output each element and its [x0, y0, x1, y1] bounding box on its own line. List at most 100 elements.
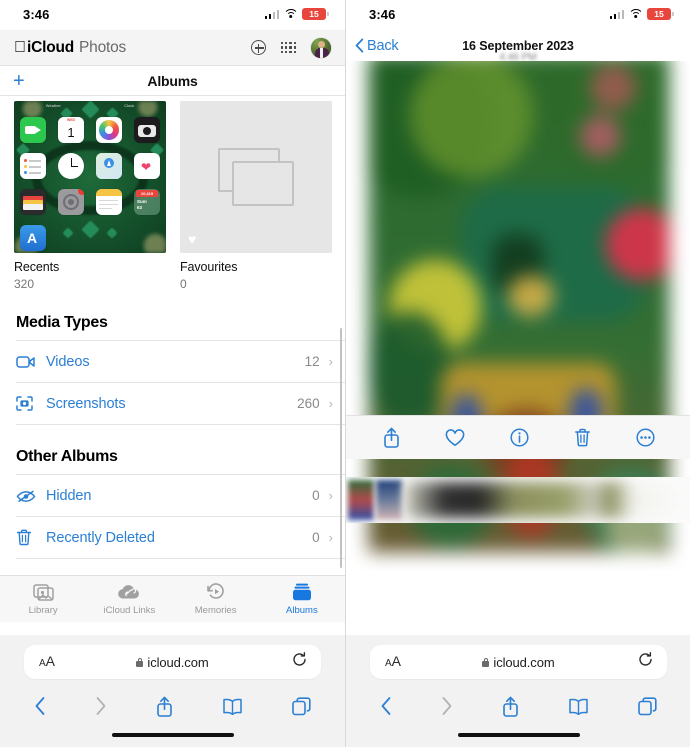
chevron-right-icon: › — [328, 488, 333, 503]
apple-logo-icon:  — [14, 39, 26, 56]
cellular-bars-icon — [609, 9, 624, 19]
right-panel-photo-viewer: 3:46 15 Back 16 September 2023 4:46 PM A… — [345, 0, 690, 747]
share-icon[interactable] — [156, 696, 173, 717]
tab-library[interactable]: Library — [0, 582, 86, 616]
share-icon[interactable] — [502, 696, 519, 717]
filmstrip-current[interactable] — [405, 482, 690, 518]
wallet-app-icon: Wallet — [20, 189, 46, 215]
list-item-count: 260 — [297, 396, 320, 411]
icloud-header:  iCloud Photos — [0, 30, 345, 66]
lock-icon — [136, 657, 144, 667]
filmstrip-thumb[interactable] — [348, 480, 374, 520]
battery-level: 15 — [654, 8, 664, 19]
list-item-count: 0 — [312, 488, 320, 503]
list-item-label: Videos — [46, 353, 90, 370]
reload-icon[interactable] — [638, 652, 653, 672]
status-bar: 3:46 15 — [0, 0, 345, 30]
bookmarks-icon[interactable] — [568, 698, 589, 715]
app-grid-icon[interactable] — [280, 42, 296, 53]
list-item-count: 0 — [312, 530, 320, 545]
heart-icon: ♥ — [188, 231, 197, 247]
photo-stack-icon — [32, 582, 54, 602]
safari-toolbar — [346, 689, 690, 723]
tab-label: iCloud Links — [103, 605, 156, 616]
notes-app-icon: Notes — [96, 189, 122, 215]
safari-bottom-bar: AA icloud.com — [0, 635, 345, 747]
status-time: 3:46 — [369, 7, 396, 22]
notification-badge — [78, 189, 84, 195]
album-title: Recents — [14, 260, 60, 274]
album-card-favourites[interactable]: ♥ Favourites 0 — [180, 101, 332, 291]
reload-icon[interactable] — [292, 652, 307, 672]
empty-placeholder-icon — [218, 148, 294, 206]
status-bar: 3:46 15 — [346, 0, 690, 30]
heart-icon[interactable] — [445, 428, 465, 447]
wifi-icon — [283, 8, 298, 20]
battery-cap — [672, 12, 674, 16]
share-icon[interactable] — [383, 427, 400, 448]
url-text: icloud.com — [493, 654, 555, 670]
safari-bottom-bar: AA icloud.com — [346, 635, 690, 747]
gadgets-widget-icon: 10,415 Sum 63 GadgetsToUse — [134, 189, 160, 215]
list-item-hidden[interactable]: Hidden 0 › — [16, 475, 345, 517]
lock-icon — [482, 657, 490, 667]
icloud-header-actions — [250, 37, 331, 58]
bookmarks-icon[interactable] — [222, 698, 243, 715]
list-item-screenshots[interactable]: Screenshots 260 › — [16, 383, 345, 425]
settings-app-icon: Settings — [58, 189, 84, 215]
forward-chevron-icon — [441, 696, 453, 716]
trash-icon[interactable] — [574, 428, 591, 447]
maps-app-icon: Maps — [96, 153, 122, 179]
list-item-count: 12 — [304, 354, 320, 369]
chevron-right-icon: › — [328, 396, 333, 411]
icloud-brand: iCloud — [15, 38, 74, 56]
add-album-button[interactable]: + — [13, 71, 25, 91]
camera-app-icon: Camera — [134, 117, 160, 143]
photo-viewer-navbar: Back 16 September 2023 4:46 PM — [346, 30, 690, 63]
album-grid: WeatherClock FaceTime WED 1 Ca — [0, 96, 345, 291]
photo-filmstrip[interactable] — [346, 477, 690, 523]
tabs-icon[interactable] — [637, 696, 657, 716]
filmstrip-thumb[interactable] — [376, 480, 402, 520]
album-thumbnail[interactable]: WeatherClock FaceTime WED 1 Ca — [14, 101, 166, 253]
tab-albums[interactable]: Albums — [259, 582, 345, 616]
albums-navbar: + Albums — [0, 66, 345, 96]
icloud-app-name: Photos — [67, 38, 126, 56]
address-bar[interactable]: AA icloud.com — [24, 645, 321, 679]
tab-label: Library — [28, 605, 58, 616]
album-thumbnail[interactable]: ♥ — [180, 101, 332, 253]
home-indicator — [111, 732, 234, 737]
text-size-button[interactable]: AA — [385, 654, 401, 670]
url-text: icloud.com — [147, 654, 209, 670]
chevron-right-icon: › — [328, 530, 333, 545]
calendar-app-icon: WED 1 Calendar — [58, 117, 84, 143]
albums-icon — [292, 582, 312, 602]
screenshot-icon — [16, 396, 46, 411]
album-count: 0 — [180, 277, 187, 291]
safari-toolbar — [0, 689, 345, 723]
more-ellipsis-icon[interactable] — [635, 428, 655, 447]
vertical-scrollbar[interactable] — [339, 328, 342, 568]
album-card-recents[interactable]: WeatherClock FaceTime WED 1 Ca — [14, 101, 166, 291]
list-item-recently-deleted[interactable]: Recently Deleted 0 › — [16, 517, 345, 559]
back-chevron-icon[interactable] — [34, 696, 46, 716]
health-app-icon: ❤ Health — [134, 153, 160, 179]
tab-memories[interactable]: Memories — [173, 582, 259, 616]
eye-slash-icon — [16, 489, 46, 503]
back-chevron-icon[interactable] — [380, 696, 392, 716]
reminders-app-icon: Reminders — [20, 153, 46, 179]
tabs-icon[interactable] — [291, 696, 311, 716]
forward-chevron-icon — [95, 696, 107, 716]
battery-low-icon: 15 — [302, 8, 329, 20]
user-avatar[interactable] — [311, 37, 331, 58]
plus-circle-icon[interactable] — [250, 40, 266, 55]
list-item-videos[interactable]: Videos 12 › — [16, 341, 345, 383]
tab-icloud-links[interactable]: iCloud Links — [86, 582, 172, 616]
chevron-right-icon: › — [328, 354, 333, 369]
section-title-other-albums: Other Albums — [16, 448, 118, 465]
info-icon[interactable] — [509, 428, 529, 447]
video-camera-icon — [16, 355, 46, 369]
address-bar[interactable]: AA icloud.com — [370, 645, 667, 679]
battery-cap — [327, 12, 329, 16]
text-size-button[interactable]: AA — [39, 654, 55, 670]
